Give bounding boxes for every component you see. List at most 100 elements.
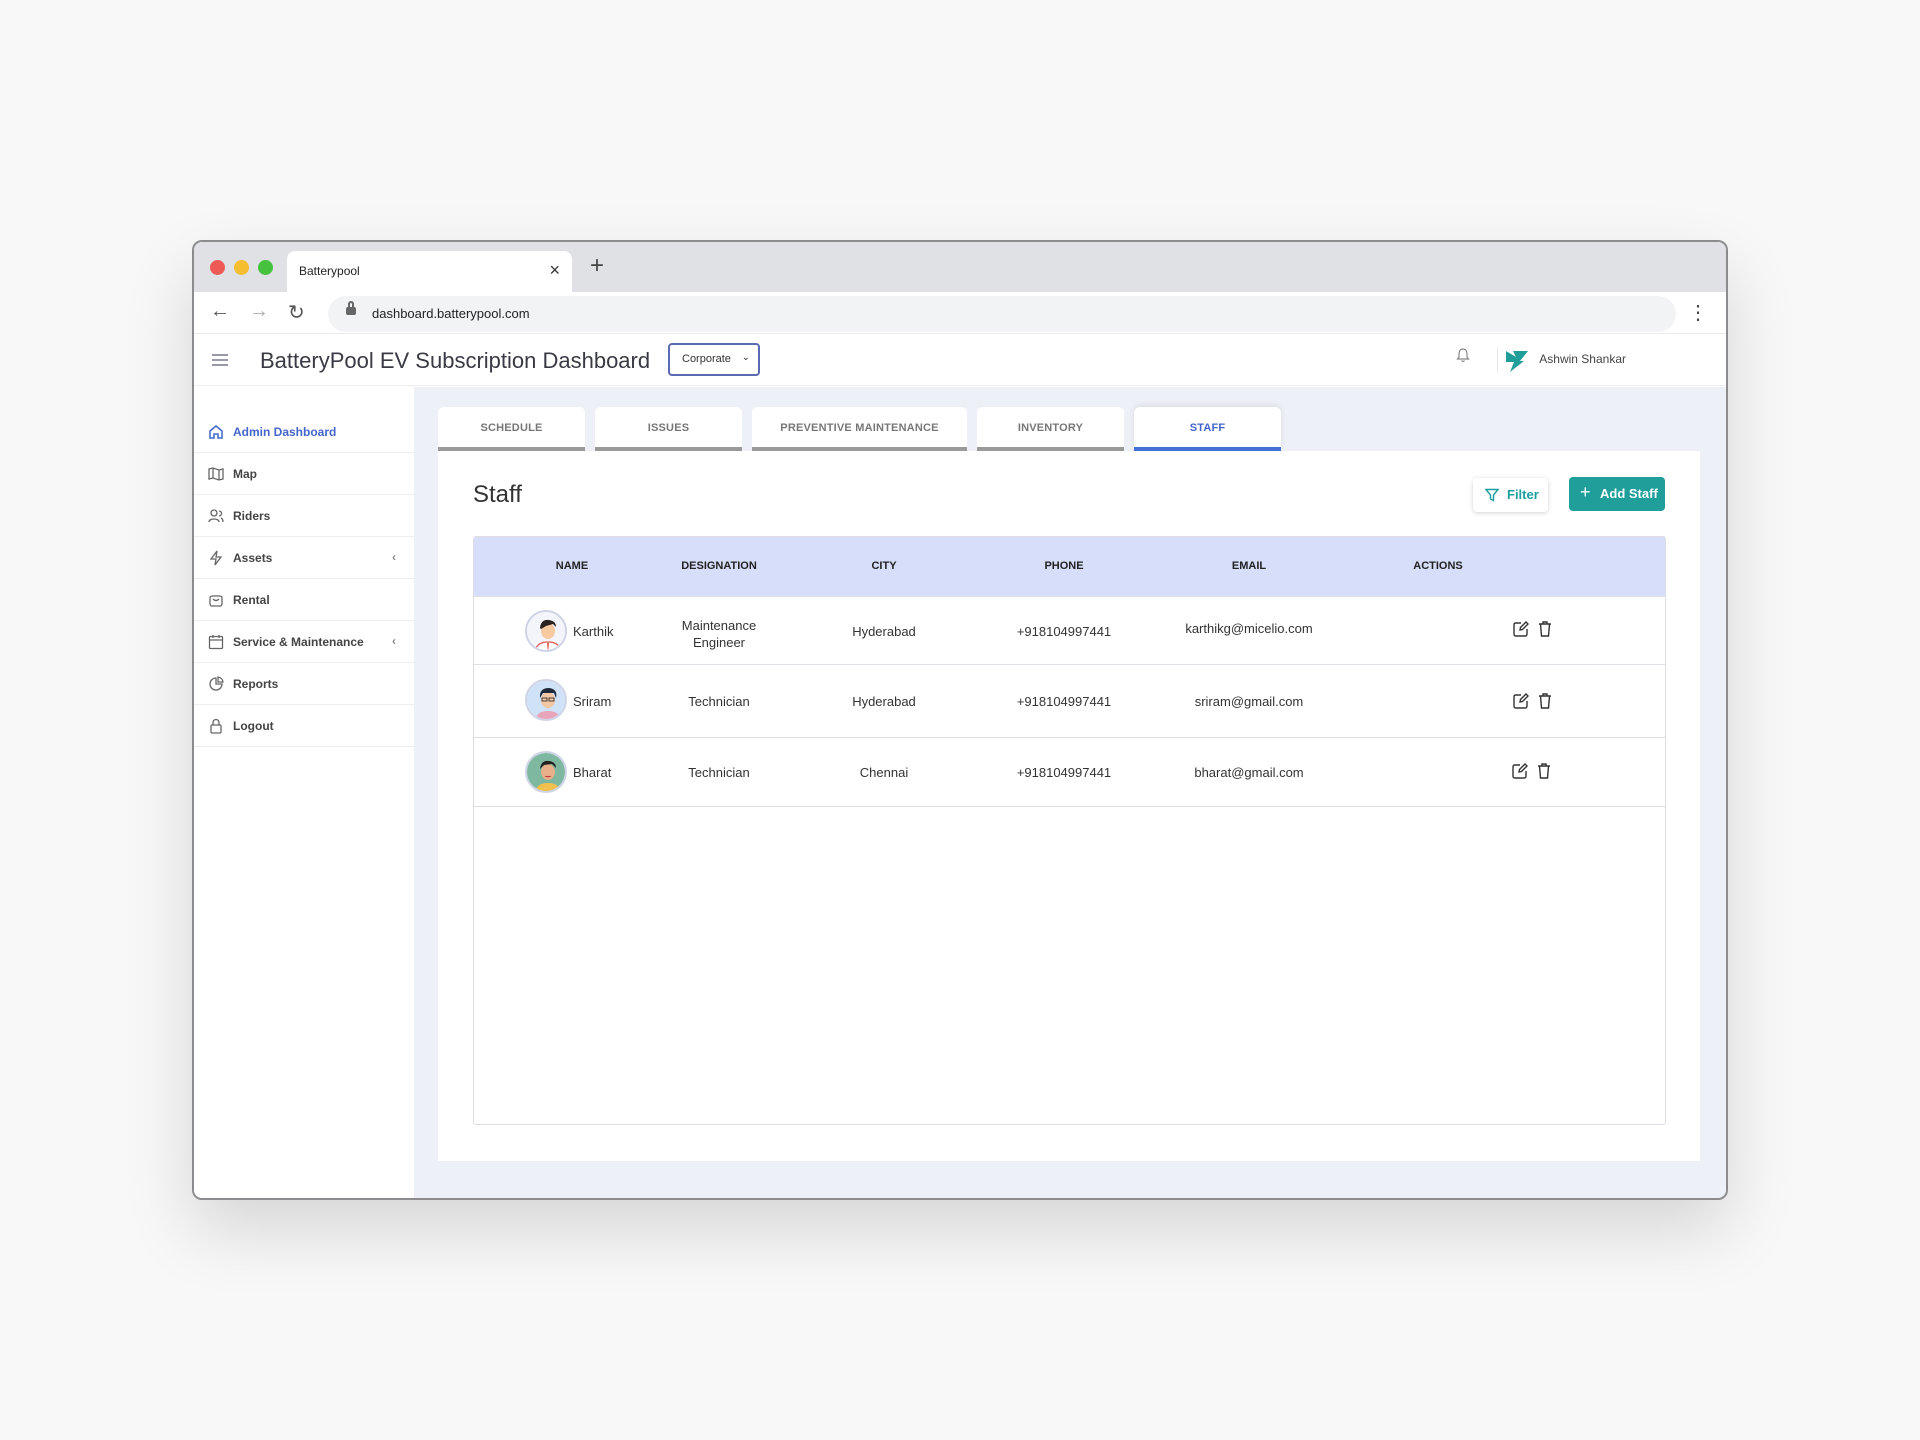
maximize-window-button[interactable] (258, 260, 273, 275)
minimize-window-button[interactable] (234, 260, 249, 275)
filter-icon (1485, 488, 1499, 502)
column-header-email[interactable]: EMAIL (1179, 560, 1319, 572)
chevron-left-icon[interactable]: ‹ (392, 634, 396, 648)
sidebar-item-label: Rental (233, 592, 270, 607)
staff-email: bharat@gmail.com (1194, 765, 1304, 780)
edit-icon[interactable] (1512, 692, 1530, 710)
user-avatar[interactable] (1504, 347, 1530, 373)
tab-staff[interactable]: STAFF (1134, 407, 1281, 451)
staff-designation: Maintenance Engineer (659, 617, 779, 651)
app-title: BatteryPool EV Subscription Dashboard (260, 348, 651, 373)
browser-window: Batterypool × + ← → ↻ dashboard.batteryp… (192, 240, 1728, 1200)
sidebar-item-label: Reports (233, 676, 279, 691)
staff-city: Hyderabad (852, 624, 916, 639)
browser-tab-title: Batterypool (299, 264, 360, 278)
header-divider (1497, 348, 1498, 372)
sidebar-item-label: Riders (233, 508, 271, 523)
browser-tab-bar: Batterypool × + (194, 242, 1726, 292)
column-header-phone[interactable]: PHONE (1004, 560, 1124, 572)
sidebar-item-reports[interactable]: Reports (194, 663, 414, 705)
staff-email: karthikg@micelio.com (1185, 621, 1313, 636)
staff-table: NAME DESIGNATION CITY PHONE EMAIL ACTION… (473, 536, 1666, 1125)
staff-city: Chennai (859, 765, 909, 780)
bell-icon[interactable] (1456, 348, 1470, 363)
main-content: SCHEDULE ISSUES PREVENTIVE MAINTENANCE I… (414, 387, 1726, 1198)
user-name[interactable]: Ashwin Shankar (1539, 352, 1626, 366)
url-text: dashboard.batterypool.com (372, 306, 530, 321)
sidebar-item-label: Map (233, 466, 257, 481)
trash-icon[interactable] (1536, 692, 1554, 710)
browser-tab[interactable]: Batterypool × (287, 251, 572, 292)
close-tab-icon[interactable]: × (549, 260, 560, 281)
sidebar-item-rental[interactable]: Rental (194, 579, 414, 621)
home-icon (209, 424, 223, 439)
sidebar-item-riders[interactable]: Riders (194, 495, 414, 537)
map-icon (208, 466, 224, 481)
staff-phone: +918104997441 (1016, 765, 1112, 780)
staff-designation: Technician (688, 765, 750, 780)
add-staff-button[interactable]: + Add Staff (1569, 477, 1665, 511)
org-select-value: Corporate (682, 353, 731, 365)
staff-phone: +918104997441 (1016, 694, 1112, 709)
sidebar-item-map[interactable]: Map (194, 453, 414, 495)
table-row[interactable]: Sriram Technician Hyderabad +91810499744… (474, 664, 1665, 737)
app-body: Admin Dashboard Map Riders Assets ‹ Rent… (194, 387, 1726, 1198)
chevron-left-icon[interactable]: ‹ (392, 550, 396, 564)
column-header-city[interactable]: CITY (824, 560, 944, 572)
browser-menu-icon[interactable]: ⋮ (1688, 300, 1708, 325)
filter-label: Filter (1507, 487, 1539, 502)
table-row[interactable]: Bharat Technician Chennai +918104997441 … (474, 737, 1665, 807)
bolt-icon (209, 550, 223, 565)
back-icon[interactable]: ← (210, 300, 230, 323)
add-staff-label: Add Staff (1600, 486, 1658, 501)
tab-schedule[interactable]: SCHEDULE (438, 407, 585, 451)
chevron-down-icon: ⌄ (741, 352, 750, 363)
reload-icon[interactable]: ↻ (288, 300, 305, 325)
sidebar-item-label: Assets (233, 550, 273, 565)
staff-city: Hyderabad (852, 694, 916, 709)
bag-icon (209, 594, 223, 607)
edit-icon[interactable] (1512, 620, 1530, 638)
org-select[interactable]: Corporate ⌄ (668, 343, 760, 376)
sidebar-item-logout[interactable]: Logout (194, 705, 414, 747)
filter-button[interactable]: Filter (1473, 478, 1548, 512)
avatar (525, 751, 567, 793)
tab-issues[interactable]: ISSUES (595, 407, 742, 451)
table-header: NAME DESIGNATION CITY PHONE EMAIL ACTION… (474, 537, 1665, 596)
page-title: Staff (473, 481, 522, 508)
tab-preventive-maintenance[interactable]: PREVENTIVE MAINTENANCE (752, 407, 967, 451)
sidebar-item-assets[interactable]: Assets ‹ (194, 537, 414, 579)
tab-inventory[interactable]: INVENTORY (977, 407, 1124, 451)
staff-name: Bharat (573, 765, 612, 780)
column-header-name[interactable]: NAME (524, 560, 620, 572)
lock-icon (210, 718, 222, 734)
avatar (525, 679, 567, 721)
column-header-actions: ACTIONS (1413, 560, 1463, 572)
sidebar-item-label: Admin Dashboard (233, 424, 337, 439)
trash-icon[interactable] (1535, 762, 1553, 780)
sidebar-item-service-maintenance[interactable]: Service & Maintenance ‹ (194, 621, 414, 663)
staff-designation: Technician (688, 694, 750, 709)
staff-designation-line: Engineer (692, 635, 746, 650)
new-tab-button[interactable]: + (590, 252, 604, 280)
calendar-icon (208, 634, 224, 649)
close-window-button[interactable] (210, 260, 225, 275)
column-header-designation[interactable]: DESIGNATION (659, 560, 779, 572)
app-header: BatteryPool EV Subscription Dashboard Co… (194, 334, 1726, 386)
staff-panel: Staff Filter + Add Staff NAME DESIGNATIO… (438, 451, 1700, 1161)
sidebar-item-label: Service & Maintenance (233, 634, 364, 649)
hamburger-menu-icon[interactable] (212, 354, 228, 366)
users-icon (208, 508, 224, 522)
trash-icon[interactable] (1536, 620, 1554, 638)
address-bar-row: ← → ↻ dashboard.batterypool.com ⋮ (194, 292, 1726, 334)
staff-email: sriram@gmail.com (1194, 694, 1304, 709)
avatar (525, 610, 567, 652)
sidebar-item-admin-dashboard[interactable]: Admin Dashboard (194, 411, 414, 453)
forward-icon[interactable]: → (249, 300, 269, 323)
url-input[interactable]: dashboard.batterypool.com (328, 296, 1676, 332)
sidebar: Admin Dashboard Map Riders Assets ‹ Rent… (194, 387, 414, 1198)
staff-name: Sriram (573, 694, 612, 709)
edit-icon[interactable] (1511, 762, 1529, 780)
table-row[interactable]: Karthik Maintenance Engineer Hyderabad +… (474, 596, 1665, 664)
sidebar-item-label: Logout (233, 718, 274, 733)
